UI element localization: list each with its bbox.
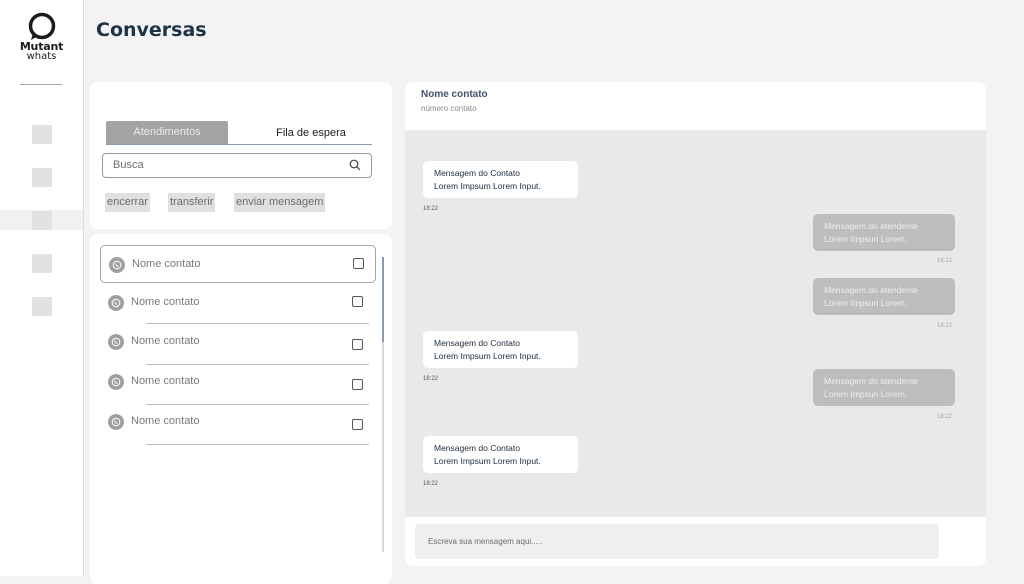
contact-name: Nome contato [131, 375, 200, 387]
contact-row[interactable]: Nome contato [100, 284, 376, 322]
nav-item-1[interactable] [32, 125, 52, 144]
message-line: Mensagem do atendente [824, 285, 919, 295]
search-field[interactable]: Busca [102, 153, 372, 178]
contact-row[interactable]: Nome contato [100, 245, 376, 283]
nav-item-5[interactable] [32, 297, 52, 316]
contact-name: Nome contato [131, 296, 200, 308]
whatsapp-icon [108, 295, 124, 311]
contact-name: Nome contato [131, 335, 200, 347]
message-line: Mensagem do atendente [824, 376, 919, 386]
message-time: 18:22 [423, 481, 439, 487]
search-icon[interactable] [349, 159, 361, 171]
tab-fila-de-espera[interactable]: Fila de espera [250, 121, 372, 144]
contact-row[interactable]: Nome contato [100, 403, 376, 441]
message-line: Mensagem do atendente [824, 221, 919, 231]
message-line: Lorem Impsum Lorem Input. [434, 456, 541, 466]
tabs-underline [106, 144, 372, 145]
message-bubble-contact: Mensagem do Contato Lorem Impsum Lorem I… [423, 161, 578, 198]
message-line: Lorem Impsun Lorem. [824, 298, 908, 308]
chat-contact-name: Nome contato [421, 89, 488, 100]
contact-checkbox[interactable] [352, 419, 363, 430]
search-input[interactable]: Busca [113, 159, 144, 171]
message-line: Lorem Impsum Lorem Input. [434, 351, 541, 361]
nav-item-2[interactable] [32, 168, 52, 187]
contact-checkbox[interactable] [352, 339, 363, 350]
nav-item-4[interactable] [32, 254, 52, 273]
page-title: Conversas [96, 19, 207, 41]
message-bubble-contact: Mensagem do Contato Lorem Impsum Lorem I… [423, 331, 578, 368]
contact-name: Nome contato [132, 258, 201, 270]
contact-row[interactable]: Nome contato [100, 323, 376, 361]
contact-checkbox[interactable] [352, 379, 363, 390]
message-line: Lorem Impsun Lorem. [824, 389, 908, 399]
whatsapp-icon [108, 374, 124, 390]
message-input[interactable]: Escreva sua mensagem aqui..... [415, 524, 939, 559]
message-line: Mensagem do Contato [434, 443, 520, 453]
contact-name: Nome contato [131, 415, 200, 427]
nav-item-3[interactable] [32, 211, 52, 230]
message-bubble-contact: Mensagem do Contato Lorem Impsum Lorem I… [423, 436, 578, 473]
message-bubble-agent: Mensagem do atendente Lorem Impsun Lorem… [813, 369, 955, 406]
sidebar: Mutant whats [0, 0, 84, 576]
contact-checkbox[interactable] [353, 258, 364, 269]
message-bubble-agent: Mensagem do atendente Lorem Impsun Lorem… [813, 214, 955, 251]
contact-row[interactable]: Nome contato [100, 363, 376, 401]
sidebar-divider [20, 84, 62, 85]
message-time: 18:22 [937, 414, 953, 420]
message-time: 18:22 [937, 323, 953, 329]
message-bubble-agent: Mensagem do atendente Lorem Impsun Lorem… [813, 278, 955, 315]
chat-bubble-icon [28, 12, 55, 40]
message-line: Mensagem do Contato [434, 168, 520, 178]
tab-atendimentos[interactable]: Atendimentos [106, 121, 228, 144]
message-time: 18:22 [937, 258, 953, 264]
contacts-scrollbar-thumb[interactable] [382, 257, 384, 342]
whatsapp-icon [109, 257, 125, 273]
message-time: 18:22 [423, 206, 439, 212]
contact-checkbox[interactable] [352, 296, 363, 307]
enviar-mensagem-button[interactable]: enviar mensagem [234, 193, 326, 212]
message-line: Lorem Impsum Lorem Input. [434, 181, 541, 191]
message-time: 18:22 [423, 376, 439, 382]
brand-sub: whats [26, 51, 57, 62]
chat-contact-number: número contato [421, 104, 477, 113]
message-line: Mensagem do Contato [434, 338, 520, 348]
encerrar-button[interactable]: encerrar [105, 193, 150, 212]
message-input-placeholder: Escreva sua mensagem aqui..... [428, 537, 543, 546]
whatsapp-icon [108, 414, 124, 430]
whatsapp-icon [108, 334, 124, 350]
row-divider [146, 444, 369, 445]
transferir-button[interactable]: transferir [168, 193, 216, 212]
brand-logo[interactable]: Mutant whats [0, 12, 83, 62]
message-line: Lorem Impsun Lorem. [824, 234, 908, 244]
